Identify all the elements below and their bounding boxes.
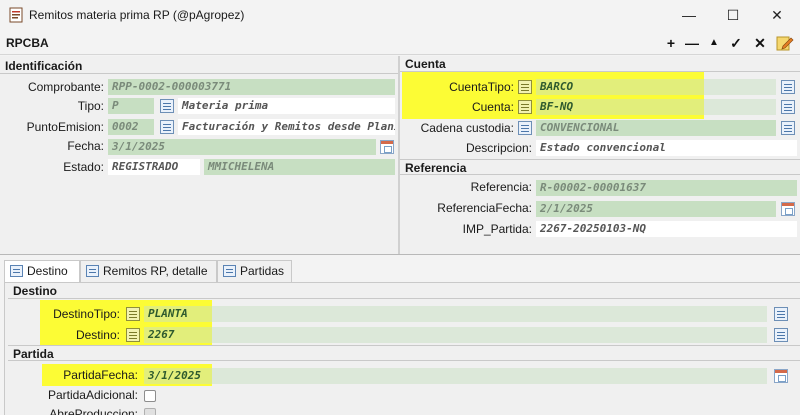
partida-adicional-checkbox[interactable] <box>144 390 156 402</box>
tipo-lookup-icon[interactable] <box>160 99 174 113</box>
cuenta-header: Cuenta <box>400 56 800 72</box>
destino-header: Destino <box>8 283 800 299</box>
confirm-button[interactable]: ✓ <box>728 34 744 52</box>
comprobante-label: Comprobante: <box>27 80 104 94</box>
window-title: Remitos materia prima RP (@pAgropez) <box>29 8 245 22</box>
abre-produccion-label: AbreProduccion: <box>49 407 138 415</box>
toolbar: RPCBA + — ▲ ✓ ✕ <box>0 31 800 55</box>
tab-destino-label: Destino <box>27 264 68 278</box>
form-code: RPCBA <box>6 36 49 50</box>
tipo-desc-field: Materia prima <box>178 98 395 114</box>
punto-emision-desc-field: Facturación y Remitos desde Planilla <box>178 119 395 135</box>
punto-emision-code-field[interactable]: 0002 <box>108 119 154 135</box>
descripcion-label: Descripcion: <box>465 141 532 155</box>
imp-partida-field: 2267-20250103-NQ <box>536 221 797 237</box>
tab-remitos-detalle[interactable]: Remitos RP, detalle <box>80 260 217 282</box>
maximize-button[interactable]: ☐ <box>710 0 756 30</box>
destino-tipo-label: DestinoTipo: <box>53 307 120 321</box>
cuenta-tipo-label: CuentaTipo: <box>449 80 514 94</box>
cuenta-field[interactable]: BF-NQ <box>536 99 776 115</box>
referencia-fecha-label: ReferenciaFecha: <box>437 201 532 215</box>
partidas-tab-icon <box>223 265 236 277</box>
referencia-header: Referencia <box>400 159 800 175</box>
minimize-button[interactable]: — <box>666 0 712 30</box>
cuenta-tipo-field[interactable]: BARCO <box>536 79 776 95</box>
destino-lookup-icon[interactable] <box>126 328 140 342</box>
edit-note-icon[interactable] <box>776 34 794 52</box>
tab-partidas-label: Partidas <box>240 264 285 278</box>
tab-destino[interactable]: Destino <box>4 260 80 283</box>
destino-tipo-lookup-icon[interactable] <box>126 307 140 321</box>
referencia-label: Referencia: <box>470 180 532 194</box>
comprobante-field[interactable]: RPP-0002-000003771 <box>108 79 395 95</box>
cuenta-label: Cuenta: <box>471 100 514 114</box>
destino-label: Destino: <box>75 328 120 342</box>
cancel-button[interactable]: ✕ <box>752 34 768 52</box>
partida-fecha-field[interactable]: 3/1/2025 <box>144 368 767 384</box>
punto-emision-lookup-icon[interactable] <box>160 120 174 134</box>
cadena-custodia-field[interactable]: CONVENCIONAL <box>536 120 776 136</box>
estado-user-field: MMICHELENA <box>204 159 395 175</box>
estado-field: REGISTRADO <box>108 159 200 175</box>
partida-fecha-label: PartidaFecha: <box>63 368 138 382</box>
destino-tipo-field[interactable]: PLANTA <box>144 306 767 322</box>
abre-produccion-checkbox[interactable] <box>144 408 156 415</box>
cuenta-list-icon[interactable] <box>781 100 795 114</box>
tab-partidas[interactable]: Partidas <box>217 260 292 282</box>
partida-header: Partida <box>8 345 800 361</box>
referencia-fecha-field[interactable]: 2/1/2025 <box>536 201 776 217</box>
descripcion-field: Estado convencional <box>536 140 797 156</box>
partida-fecha-calendar-icon[interactable] <box>774 369 788 383</box>
title-bar: Remitos materia prima RP (@pAgropez) — ☐… <box>0 0 800 30</box>
cuenta-tipo-lookup-icon[interactable] <box>518 80 532 94</box>
add-record-button[interactable]: + <box>663 34 679 52</box>
destino-field[interactable]: 2267 <box>144 327 767 343</box>
move-up-button[interactable]: ▲ <box>706 34 722 52</box>
tipo-label: Tipo: <box>77 99 104 113</box>
cadena-custodia-list-icon[interactable] <box>781 121 795 135</box>
tab-remitos-detalle-label: Remitos RP, detalle <box>103 264 208 278</box>
tipo-code-field[interactable]: P <box>108 98 154 114</box>
remove-record-button[interactable]: — <box>684 34 700 52</box>
app-icon <box>9 7 23 23</box>
cuenta-lookup-icon[interactable] <box>518 100 532 114</box>
imp-partida-label: IMP_Partida: <box>462 222 532 236</box>
destino-tab-icon <box>10 265 23 277</box>
close-button[interactable]: ✕ <box>754 0 800 30</box>
destino-list-icon[interactable] <box>774 328 788 342</box>
destino-tipo-list-icon[interactable] <box>774 307 788 321</box>
cuenta-tipo-list-icon[interactable] <box>781 80 795 94</box>
fecha-calendar-icon[interactable] <box>380 140 394 154</box>
cadena-custodia-label: Cadena custodia: <box>420 121 514 135</box>
split-divider[interactable] <box>0 254 800 255</box>
remitos-detalle-tab-icon <box>86 265 99 277</box>
estado-label: Estado: <box>63 160 104 174</box>
punto-emision-label: PuntoEmision: <box>26 120 104 134</box>
fecha-label: Fecha: <box>67 139 104 153</box>
partida-adicional-label: PartidaAdicional: <box>47 388 138 402</box>
referencia-fecha-calendar-icon[interactable] <box>781 202 795 216</box>
identificacion-header: Identificación <box>0 58 398 74</box>
fecha-field[interactable]: 3/1/2025 <box>108 139 376 155</box>
referencia-field[interactable]: R-00002-00001637 <box>536 180 797 196</box>
cadena-custodia-lookup-icon[interactable] <box>518 121 532 135</box>
